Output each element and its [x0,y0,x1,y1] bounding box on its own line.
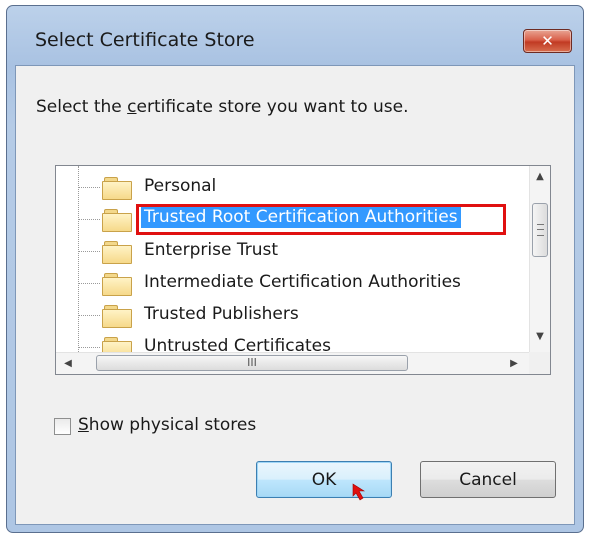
show-physical-stores-checkbox[interactable] [54,418,71,435]
tree-connector [78,219,100,220]
tree-item[interactable]: Enterprise Trust [56,236,530,268]
dialog-window: Select Certificate Store ✕ Select the ce… [6,5,584,533]
tree-connector [78,347,100,348]
tree-item-label: Trusted Root Certification Authorities [141,206,461,228]
tree-item[interactable]: Personal [56,172,530,204]
vertical-scrollbar[interactable]: ▲ ▼ [529,166,550,352]
scrollbar-corner [529,352,550,374]
close-button[interactable]: ✕ [523,29,572,53]
scroll-up-icon[interactable]: ▲ [530,166,550,186]
tree-item[interactable]: Trusted Publishers [56,300,530,332]
scroll-right-icon[interactable]: ▶ [504,353,524,374]
folder-icon [102,241,132,264]
scroll-left-icon[interactable]: ◀ [58,353,78,374]
tree-item[interactable]: Trusted Root Certification Authorities [56,204,530,236]
cancel-button[interactable]: Cancel [420,461,556,498]
tree-item[interactable]: Intermediate Certification Authorities [56,268,530,300]
folder-icon [102,273,132,296]
tree-item-label: Intermediate Certification Authorities [144,272,461,292]
horizontal-scrollbar[interactable]: ◀ III ▶ [56,352,530,374]
scroll-down-icon[interactable]: ▼ [530,326,550,346]
close-icon: ✕ [541,32,554,50]
tree-item[interactable]: Untrusted Certificates [56,332,530,352]
red-arrow-cursor-icon [352,483,366,501]
tree-item-label: Enterprise Trust [144,240,279,260]
folder-icon [102,209,132,232]
dialog-client-area: Select the certificate store you want to… [15,65,575,525]
folder-icon [102,177,132,200]
title-bar[interactable]: Select Certificate Store ✕ [7,6,583,68]
folder-icon [102,305,132,328]
tree-connector [78,187,100,188]
certificate-store-tree[interactable]: Personal Trusted Root Certification Autho… [55,165,551,375]
scroll-grip: III [247,356,257,369]
horizontal-scroll-thumb[interactable]: III [96,355,408,371]
window-title: Select Certificate Store [35,29,255,51]
tree-item-label: Untrusted Certificates [144,336,331,352]
instruction-text: Select the certificate store you want to… [36,97,409,117]
folder-icon [102,337,132,352]
vertical-scroll-thumb[interactable] [532,203,548,257]
tree-connector [78,283,100,284]
tree-rows: Personal Trusted Root Certification Autho… [56,166,530,352]
tree-item-label: Personal [144,176,217,196]
tree-connector [78,251,100,252]
tree-connector [78,315,100,316]
tree-item-label: Trusted Publishers [144,304,299,324]
show-physical-stores-label[interactable]: Show physical stores [78,415,256,435]
